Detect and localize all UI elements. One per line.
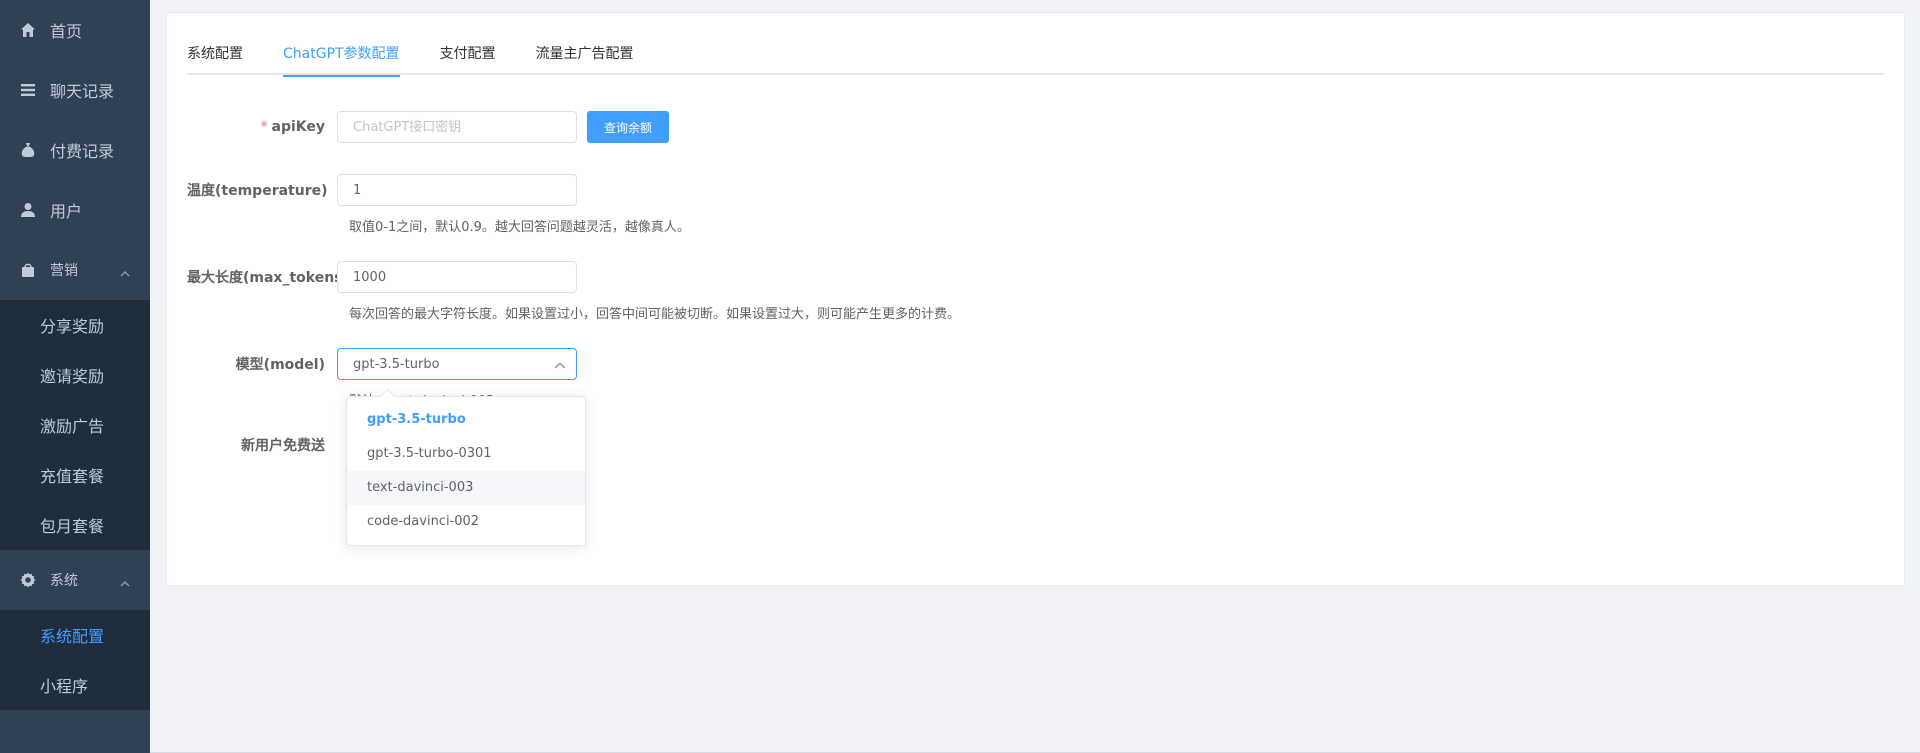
tab-chatgpt-config[interactable]: ChatGPT参数配置 <box>283 33 400 77</box>
sidebar-item-share-reward[interactable]: 分享奖励 <box>0 300 150 350</box>
sidebar-item-label: 首页 <box>50 22 83 41</box>
chevron-up-icon <box>120 267 130 277</box>
temperature-input[interactable] <box>337 174 577 206</box>
apikey-input[interactable] <box>337 111 577 143</box>
tab-ad-config[interactable]: 流量主广告配置 <box>536 33 634 75</box>
model-select-value: gpt-3.5-turbo <box>353 356 440 372</box>
money-bag-icon <box>20 142 36 158</box>
sidebar-group-label: 系统 <box>50 573 78 589</box>
query-balance-button[interactable]: 查询余额 <box>587 111 670 143</box>
sidebar-group-label: 营销 <box>50 263 78 279</box>
model-option[interactable]: gpt-3.5-turbo <box>347 403 585 437</box>
sidebar-item-chat-records[interactable]: 聊天记录 <box>0 60 150 120</box>
sidebar: 首页 聊天记录 付费记录 用户 营销 分享奖励 邀请奖励 激励广告 充值套餐 包… <box>0 0 150 753</box>
max-tokens-label: 最大长度(max_tokens) <box>187 270 349 286</box>
model-option[interactable]: gpt-3.5-turbo-0301 <box>347 437 585 471</box>
tab-system-config[interactable]: 系统配置 <box>187 33 243 75</box>
apikey-row: *apiKey 查询余额 <box>187 111 670 143</box>
sidebar-item-users[interactable]: 用户 <box>0 180 150 240</box>
max-tokens-input[interactable] <box>337 261 577 293</box>
sidebar-item-system-config[interactable]: 系统配置 <box>0 610 150 660</box>
new-user-row: 新用户免费送 <box>187 435 337 455</box>
sidebar-item-invite-reward[interactable]: 邀请奖励 <box>0 350 150 400</box>
submenu-marketing: 分享奖励 邀请奖励 激励广告 充值套餐 包月套餐 <box>0 300 150 550</box>
home-icon <box>20 22 36 38</box>
sidebar-item-label: 付费记录 <box>50 142 115 161</box>
sidebar-item-home[interactable]: 首页 <box>0 0 150 60</box>
sidebar-item-payment-records[interactable]: 付费记录 <box>0 120 150 180</box>
tab-bar: 系统配置 ChatGPT参数配置 支付配置 流量主广告配置 <box>187 33 1884 77</box>
sidebar-item-label: 聊天记录 <box>50 82 115 101</box>
sidebar-item-monthly-package[interactable]: 包月套餐 <box>0 500 150 550</box>
shopping-bag-icon <box>20 262 36 278</box>
model-label: 模型(model) <box>235 357 325 373</box>
list-icon <box>20 82 36 98</box>
sidebar-item-mini-program[interactable]: 小程序 <box>0 660 150 710</box>
temperature-row: 温度(temperature) <box>187 174 577 206</box>
model-select[interactable]: gpt-3.5-turbo <box>337 348 577 380</box>
model-dropdown: gpt-3.5-turbo gpt-3.5-turbo-0301 text-da… <box>346 396 586 546</box>
gear-icon <box>20 572 36 588</box>
temperature-hint: 取值0-1之间，默认0.9。越大回答问题越灵活，越像真人。 <box>349 220 690 235</box>
sidebar-item-label: 用户 <box>50 202 83 221</box>
temperature-label: 温度(temperature) <box>187 183 328 199</box>
sidebar-item-recharge-package[interactable]: 充值套餐 <box>0 450 150 500</box>
chevron-up-icon <box>554 360 566 370</box>
sidebar-group-system[interactable]: 系统 <box>0 550 150 610</box>
model-row: 模型(model) gpt-3.5-turbo <box>187 348 577 380</box>
submenu-system: 系统配置 小程序 <box>0 610 150 710</box>
user-icon <box>20 202 36 218</box>
max-tokens-row: 最大长度(max_tokens) <box>187 261 577 293</box>
sidebar-item-incentive-ads[interactable]: 激励广告 <box>0 400 150 450</box>
sidebar-group-marketing[interactable]: 营销 <box>0 240 150 300</box>
model-option[interactable]: text-davinci-003 <box>347 471 585 505</box>
tab-payment-config[interactable]: 支付配置 <box>440 33 496 75</box>
new-user-label: 新用户免费送 <box>241 438 325 454</box>
chevron-up-icon <box>120 577 130 587</box>
apikey-label: * apiKey <box>260 119 326 135</box>
model-option[interactable]: code-davinci-002 <box>347 505 585 539</box>
max-tokens-hint: 每次回答的最大字符长度。如果设置过小，回答中间可能被切断。如果设置过大，则可能产… <box>349 307 961 322</box>
required-mark: * <box>260 119 268 135</box>
